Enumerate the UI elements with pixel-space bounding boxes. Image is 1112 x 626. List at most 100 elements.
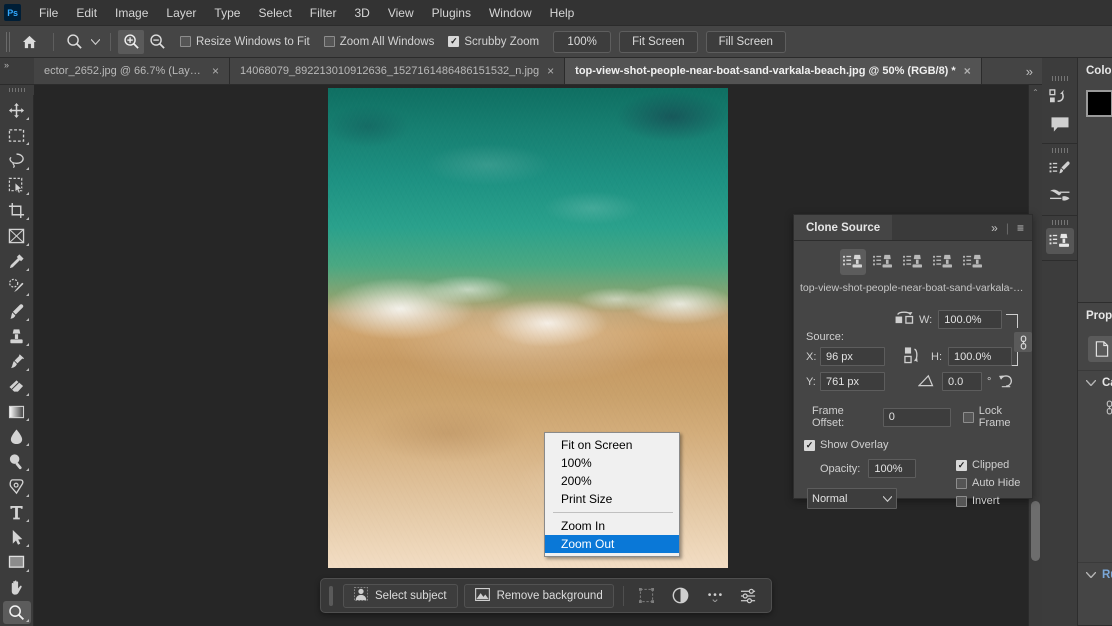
reset-icon[interactable] — [998, 373, 1014, 391]
show-overlay-checkbox-box[interactable] — [804, 439, 815, 451]
zoom-100-percent-button[interactable]: 100% — [553, 30, 612, 53]
menu-view[interactable]: View — [379, 2, 423, 24]
type-tool[interactable] — [3, 501, 31, 524]
brush-tool[interactable] — [3, 300, 31, 323]
menu-image[interactable]: Image — [106, 2, 157, 24]
blend-mode-select[interactable]: Normal — [807, 488, 897, 509]
context-menu-item-zoom-out[interactable]: Zoom Out — [545, 535, 679, 553]
properties-panel-title[interactable]: Prope — [1078, 303, 1112, 329]
clone-source-icon[interactable] — [1045, 228, 1074, 254]
task-bar-grip[interactable] — [329, 585, 333, 606]
hand-tool[interactable] — [3, 576, 31, 599]
dodge-tool[interactable] — [3, 450, 31, 473]
menu-3d[interactable]: 3D — [345, 2, 378, 24]
move-tool[interactable] — [3, 99, 31, 122]
more-options-icon[interactable] — [701, 583, 729, 609]
blur-tool[interactable] — [3, 425, 31, 448]
scrubby-zoom-checkbox[interactable]: Scrubby Zoom — [448, 36, 539, 48]
zoom-context-menu[interactable]: Fit on Screen 100% 200% Print Size Zoom … — [544, 432, 680, 557]
contextual-task-bar[interactable]: Select subject Remove background — [320, 578, 772, 613]
zoom-tool[interactable] — [2, 600, 31, 624]
clone-source-preset-2[interactable] — [870, 249, 896, 275]
invert-checkbox-box[interactable] — [956, 495, 967, 507]
context-menu-item-fit-on-screen[interactable]: Fit on Screen — [545, 436, 679, 454]
flip-vertical-icon[interactable] — [904, 346, 921, 367]
menu-help[interactable]: Help — [541, 2, 584, 24]
history-brush-tool[interactable] — [3, 350, 31, 373]
menu-window[interactable]: Window — [480, 2, 541, 24]
clone-source-preset-3[interactable] — [900, 249, 926, 275]
dock-group-2-grip[interactable] — [1051, 148, 1068, 153]
eyedropper-tool[interactable] — [3, 250, 31, 273]
foreground-color-swatch[interactable] — [1086, 90, 1112, 117]
select-subject-button[interactable]: Select subject — [343, 583, 458, 608]
lock-frame-checkbox-box[interactable] — [962, 411, 974, 423]
scroll-up-arrow-icon[interactable]: ⌃ — [1029, 85, 1042, 99]
document-tab-1[interactable]: ector_2652.jpg @ 66.7% (Layer... × — [34, 58, 230, 84]
clone-source-preset-5[interactable] — [960, 249, 986, 275]
color-panel-title[interactable]: Color — [1078, 58, 1112, 84]
context-menu-item-zoom-in[interactable]: Zoom In — [545, 517, 679, 535]
frame-tool[interactable] — [3, 224, 31, 247]
color-panel[interactable]: Color — [1078, 58, 1112, 303]
rulers-section-header[interactable]: Ru — [1078, 562, 1112, 586]
rectangle-tool[interactable] — [3, 551, 31, 574]
context-menu-item-100-percent[interactable]: 100% — [545, 454, 679, 472]
fill-screen-button[interactable]: Fill Screen — [705, 30, 786, 53]
menu-plugins[interactable]: Plugins — [423, 2, 480, 24]
lasso-tool[interactable] — [3, 149, 31, 172]
clone-source-tab[interactable]: Clone Source — [794, 215, 893, 240]
invert-checkbox[interactable]: Invert — [956, 495, 1020, 507]
frame-offset-input[interactable] — [882, 407, 951, 427]
transform-icon[interactable] — [633, 583, 661, 609]
zoom-all-windows-checkbox[interactable]: Zoom All Windows — [323, 36, 434, 48]
color-swatches[interactable] — [1086, 90, 1112, 132]
clone-source-h-input[interactable] — [948, 347, 1012, 366]
clone-source-y-input[interactable] — [820, 372, 885, 391]
show-overlay-checkbox[interactable]: Show Overlay — [804, 439, 888, 451]
auto-hide-checkbox[interactable]: Auto Hide — [956, 477, 1020, 489]
clipped-checkbox-box[interactable] — [956, 459, 967, 471]
menu-select[interactable]: Select — [249, 2, 300, 24]
lock-frame-checkbox[interactable]: Lock Frame — [962, 405, 1032, 429]
toolbar-grip[interactable] — [0, 85, 34, 95]
zoom-in-icon[interactable] — [118, 29, 144, 54]
collapse-panel-icon[interactable]: » — [991, 221, 998, 235]
document-properties-icon[interactable] — [1088, 336, 1112, 362]
context-menu-item-200-percent[interactable]: 200% — [545, 472, 679, 490]
adjustment-icon[interactable] — [667, 583, 695, 609]
dock-group-3-grip[interactable] — [1051, 220, 1068, 225]
resize-windows-to-fit-checkbox[interactable]: Resize Windows to Fit — [180, 36, 310, 48]
clipped-checkbox[interactable]: Clipped — [956, 459, 1020, 471]
comments-icon[interactable] — [1046, 111, 1074, 137]
zoom-out-icon[interactable] — [144, 30, 170, 54]
pen-tool[interactable] — [3, 475, 31, 498]
clone-source-preset-1[interactable] — [840, 249, 866, 275]
document-tab-2[interactable]: 14068079_892213010912636_152716148648615… — [230, 58, 566, 84]
scrollbar-thumb[interactable] — [1031, 501, 1040, 561]
tool-preset-chevron-down-icon[interactable] — [87, 30, 103, 54]
menu-filter[interactable]: Filter — [301, 2, 346, 24]
clone-source-w-input[interactable] — [938, 310, 1003, 329]
zoom-tool-icon[interactable] — [61, 30, 87, 54]
tab-overflow-button[interactable]: » — [1016, 58, 1042, 84]
remove-background-button[interactable]: Remove background — [463, 583, 614, 608]
brush-settings-icon[interactable] — [1046, 156, 1074, 182]
object-selection-tool[interactable] — [3, 174, 31, 197]
context-menu-item-print-size[interactable]: Print Size — [545, 490, 679, 508]
close-icon[interactable]: × — [212, 65, 219, 77]
close-icon[interactable]: × — [964, 65, 971, 77]
options-bar-grip[interactable] — [6, 31, 11, 52]
flip-horizontal-icon[interactable] — [895, 309, 914, 328]
eraser-tool[interactable] — [3, 375, 31, 398]
zoom-all-windows-checkbox-box[interactable] — [323, 36, 335, 47]
fit-screen-button[interactable]: Fit Screen — [619, 30, 698, 53]
canvas-section-header[interactable]: Ca — [1078, 370, 1112, 394]
menu-type[interactable]: Type — [205, 2, 249, 24]
crop-tool[interactable] — [3, 199, 31, 222]
toolbar-expand-handle[interactable]: » — [0, 58, 34, 85]
spot-healing-brush-tool[interactable] — [3, 275, 31, 298]
dock-group-1-grip[interactable] — [1051, 76, 1068, 81]
clone-source-preset-4[interactable] — [930, 249, 956, 275]
opacity-input[interactable] — [868, 459, 917, 478]
